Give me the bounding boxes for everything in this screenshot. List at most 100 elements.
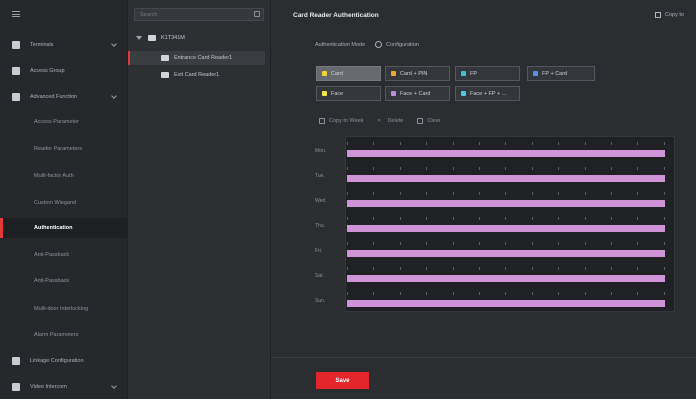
device-tree-panel: Search K1T341M Entrance Card Reader1 Exi…: [128, 0, 271, 399]
nav-item-advanced-function[interactable]: Advanced Function: [0, 87, 128, 107]
chevron-down-icon[interactable]: [111, 93, 117, 99]
nav-label: Anti-Passback: [34, 278, 70, 284]
close-icon: ×: [377, 118, 381, 124]
mode-fp-card-button[interactable]: FP + Card: [527, 66, 595, 81]
time-ticks: [347, 217, 665, 221]
menu-icon[interactable]: [12, 11, 20, 17]
nav-sub-multi-door-interlocking[interactable]: Multi-door Interlocking: [0, 299, 128, 319]
schedule-bar-thu[interactable]: [347, 225, 665, 232]
nav-sub-custom-wiegand[interactable]: Custom Wiegand: [0, 193, 128, 213]
search-placeholder: Search: [140, 11, 158, 18]
nav-sub-anti-passback-2[interactable]: Anti-Passback: [0, 271, 128, 291]
nav-sub-multi-factor-auth[interactable]: Multi-factor Auth: [0, 166, 128, 186]
advanced-icon: [12, 93, 20, 101]
card-reader-icon: [161, 72, 169, 78]
copy-to-label: Copy to: [665, 12, 684, 18]
copy-icon: [655, 12, 662, 18]
schedule-bar-wed[interactable]: [347, 200, 665, 207]
mode-card-pin-button[interactable]: Card + PIN: [385, 66, 450, 81]
nav-label: Custom Wiegand: [34, 200, 77, 206]
gear-icon[interactable]: [375, 41, 383, 48]
nav-label: Advanced Function: [30, 94, 78, 100]
day-label-thu: Thu.: [315, 223, 326, 229]
mode-face-card-button[interactable]: Face + Card: [385, 86, 450, 101]
save-button[interactable]: Save: [316, 372, 369, 389]
schedule-bar-tue[interactable]: [347, 175, 665, 182]
terminal-icon: [12, 41, 20, 49]
tool-label: Delete: [387, 118, 404, 124]
divider: [271, 357, 696, 358]
tree-node-label: Exit Card Reader1: [174, 72, 220, 78]
mode-fp-button[interactable]: FP: [455, 66, 520, 81]
day-label-sun: Sun.: [315, 298, 326, 304]
tree-node-entrance-reader[interactable]: Entrance Card Reader1: [128, 51, 265, 65]
time-ticks: [347, 142, 665, 146]
color-swatch: [391, 71, 396, 76]
nav-sub-reader-parameters[interactable]: Reader Parameters: [0, 139, 128, 159]
mode-face-fp-button[interactable]: Face + FP + ...: [455, 86, 520, 101]
authentication-mode-label: Authentication Mode: [315, 41, 366, 48]
delete-button[interactable]: × Delete: [377, 118, 403, 124]
mode-label: Face: [331, 90, 344, 97]
tool-label: Clear: [427, 118, 441, 124]
time-ticks: [347, 192, 665, 196]
tree-node-exit-reader[interactable]: Exit Card Reader1: [161, 68, 261, 82]
chevron-down-icon[interactable]: [111, 383, 117, 389]
time-ticks: [347, 292, 665, 296]
main-panel: Card Reader Authentication Copy to Authe…: [271, 0, 696, 399]
nav-label: Access Group: [30, 68, 65, 74]
weekly-schedule[interactable]: [345, 136, 675, 312]
tool-label: Copy to Week: [329, 118, 364, 124]
nav-sub-authentication[interactable]: Authentication: [0, 218, 128, 238]
configuration-link[interactable]: Configuration: [386, 42, 419, 48]
nav-item-linkage-configuration[interactable]: Linkage Configuration: [0, 351, 128, 371]
device-icon: [148, 35, 156, 41]
mode-face-button[interactable]: Face: [316, 86, 381, 101]
nav-label: Linkage Configuration: [30, 358, 84, 364]
nav-sub-alarm-parameters[interactable]: Alarm Parameters: [0, 325, 128, 345]
nav-item-access-group[interactable]: Access Group: [0, 61, 128, 81]
nav-item-terminals[interactable]: Terminals: [0, 35, 128, 55]
color-swatch: [391, 91, 396, 96]
day-label-wed: Wed.: [315, 198, 327, 204]
nav-label: Anti-Passback: [34, 252, 70, 258]
left-nav: Terminals Access Group Advanced Function…: [0, 0, 128, 399]
copy-icon: [319, 118, 325, 124]
mode-label: Face + FP + ...: [470, 90, 507, 97]
day-label-fri: Fri.: [315, 248, 323, 254]
clear-button[interactable]: Clear: [417, 118, 441, 124]
nav-item-video-intercom[interactable]: Video Intercom: [0, 377, 128, 397]
authentication-mode-row: Authentication Mode Configuration: [315, 41, 419, 48]
color-swatch: [322, 91, 327, 96]
mode-label: FP + Card: [542, 70, 568, 77]
mode-label: Card: [331, 70, 343, 77]
color-swatch: [322, 71, 327, 76]
nav-label: Access Parameter: [34, 119, 79, 125]
page-title: Card Reader Authentication: [293, 12, 379, 19]
nav-label: Multi-factor Auth: [34, 173, 74, 179]
nav-sub-access-parameter[interactable]: Access Parameter: [0, 112, 128, 132]
nav-label: Video Intercom: [30, 384, 67, 390]
mode-card-button[interactable]: Card: [316, 66, 381, 81]
time-ticks: [347, 167, 665, 171]
copy-to-button[interactable]: Copy to: [655, 12, 684, 18]
day-label-sat: Sat.: [315, 273, 324, 279]
copy-to-week-button[interactable]: Copy to Week: [319, 118, 363, 124]
schedule-bar-fri[interactable]: [347, 250, 665, 257]
nav-sub-anti-passback-1[interactable]: Anti-Passback: [0, 245, 128, 265]
schedule-bar-mon[interactable]: [347, 150, 665, 157]
search-input[interactable]: Search: [134, 8, 264, 21]
search-icon[interactable]: [254, 11, 260, 17]
schedule-bar-sun[interactable]: [347, 300, 665, 307]
person-icon: [12, 67, 20, 75]
tree-node-device[interactable]: K1T341M: [136, 31, 266, 45]
mode-label: Face + Card: [400, 90, 431, 97]
tree-node-label: K1T341M: [161, 35, 185, 41]
tree-node-label: Entrance Card Reader1: [174, 55, 233, 61]
schedule-bar-sat[interactable]: [347, 275, 665, 282]
mode-label: FP: [470, 70, 478, 77]
expand-arrow-icon[interactable]: [136, 36, 142, 40]
intercom-icon: [12, 383, 20, 391]
card-reader-icon: [161, 55, 169, 61]
chevron-down-icon[interactable]: [111, 41, 117, 47]
